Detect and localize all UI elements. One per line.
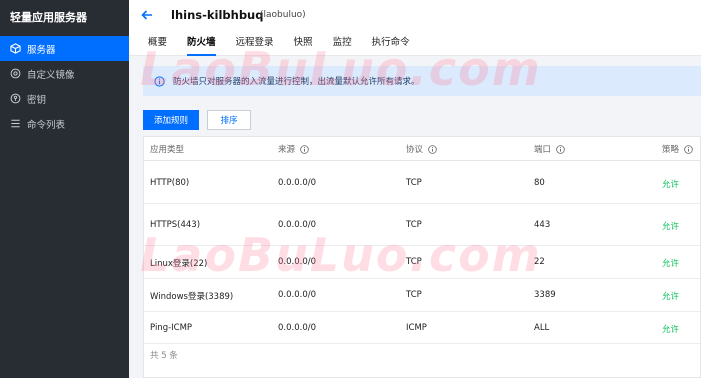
sidebar-item-commands[interactable]: 命令列表	[0, 111, 129, 136]
column-header-protocol: 协议	[406, 143, 437, 155]
tab-monitoring[interactable]: 监控	[333, 36, 352, 56]
tab-bar: 概要 防火墙 远程登录 快照 监控 执行命令	[148, 36, 430, 56]
cell-policy: 允许	[662, 180, 680, 190]
help-icon[interactable]	[428, 144, 437, 154]
firewall-rules-table: 应用类型 来源 协议 端口 策略 HTTP(80) 0.0.0.0/0 TCP	[143, 136, 701, 378]
add-rule-button[interactable]: 添加规则	[143, 110, 199, 130]
page-header: lhins-kilbhbuq (laobuluo) 概要 防火墙 远程登录 快照…	[129, 0, 701, 56]
cell-protocol: TCP	[406, 178, 422, 188]
cell-app: HTTP(80)	[150, 178, 190, 188]
cell-protocol: TCP	[406, 290, 422, 300]
sidebar: 轻量应用服务器 服务器 自定义镜像 密钥 命令列表	[0, 0, 129, 378]
cell-protocol: ICMP	[406, 323, 427, 333]
back-arrow-icon[interactable]	[140, 8, 154, 22]
help-icon[interactable]	[556, 144, 565, 154]
page-subtitle: (laobuluo)	[260, 10, 306, 20]
cell-policy: 允许	[662, 259, 680, 269]
column-header-app-type: 应用类型	[150, 145, 185, 155]
column-header-source: 来源	[278, 143, 309, 155]
sidebar-item-label: 密钥	[27, 94, 47, 106]
sidebar-item-label: 自定义镜像	[27, 69, 75, 81]
tab-run-command[interactable]: 执行命令	[372, 36, 410, 56]
help-icon[interactable]	[684, 144, 693, 154]
cell-app: Windows登录(3389)	[150, 292, 234, 302]
sidebar-item-label: 命令列表	[27, 119, 66, 131]
cell-app: Ping-ICMP	[150, 323, 193, 333]
cell-policy: 允许	[662, 325, 680, 335]
tab-overview[interactable]: 概要	[148, 36, 167, 56]
info-notice: 防火墙只对服务器的入流量进行控制，出流量默认允许所有请求。	[143, 66, 701, 96]
cube-icon	[10, 43, 21, 54]
cell-protocol: TCP	[406, 257, 422, 267]
cell-policy: 允许	[662, 292, 680, 302]
cell-port: 22	[534, 257, 545, 267]
column-header-port: 端口	[534, 143, 565, 155]
cell-port: ALL	[534, 323, 550, 333]
table-row: Ping-ICMP 0.0.0.0/0 ICMP ALL 允许	[144, 312, 700, 344]
cell-source: 0.0.0.0/0	[278, 323, 317, 333]
sidebar-item-custom-images[interactable]: 自定义镜像	[0, 61, 129, 86]
table-row: HTTP(80) 0.0.0.0/0 TCP 80 允许	[144, 161, 700, 204]
help-icon[interactable]	[300, 144, 309, 154]
tab-snapshots[interactable]: 快照	[294, 36, 313, 56]
table-row: HTTPS(443) 0.0.0.0/0 TCP 443 允许	[144, 204, 700, 246]
main-content: lhins-kilbhbuq (laobuluo) 概要 防火墙 远程登录 快照…	[129, 0, 701, 378]
cell-source: 0.0.0.0/0	[278, 178, 317, 188]
table-header: 应用类型 来源 协议 端口 策略	[144, 137, 700, 161]
cell-source: 0.0.0.0/0	[278, 290, 317, 300]
table-row: Linux登录(22) 0.0.0.0/0 TCP 22 允许	[144, 246, 700, 279]
sort-button[interactable]: 排序	[207, 110, 251, 130]
list-icon	[10, 118, 21, 129]
table-total: 共 5 条	[150, 351, 178, 361]
cell-policy: 允许	[662, 222, 680, 232]
sidebar-brand: 轻量应用服务器	[10, 11, 87, 24]
cell-source: 0.0.0.0/0	[278, 257, 317, 267]
cell-app: HTTPS(443)	[150, 220, 201, 230]
notice-text: 防火墙只对服务器的入流量进行控制，出流量默认允许所有请求。	[173, 77, 420, 87]
cell-protocol: TCP	[406, 220, 422, 230]
cell-port: 80	[534, 178, 545, 188]
cell-app: Linux登录(22)	[150, 259, 208, 269]
image-icon	[10, 68, 21, 79]
info-icon	[154, 75, 165, 87]
table-row: Windows登录(3389) 0.0.0.0/0 TCP 3389 允许	[144, 279, 700, 312]
cell-source: 0.0.0.0/0	[278, 220, 317, 230]
key-icon	[10, 93, 21, 104]
sidebar-item-keys[interactable]: 密钥	[0, 86, 129, 111]
column-header-policy: 策略	[662, 143, 693, 155]
cell-port: 3389	[534, 290, 556, 300]
cell-port: 443	[534, 220, 551, 230]
tab-firewall[interactable]: 防火墙	[187, 36, 216, 56]
sidebar-item-servers[interactable]: 服务器	[0, 36, 129, 61]
sidebar-item-label: 服务器	[27, 44, 56, 56]
tab-remote-login[interactable]: 远程登录	[236, 36, 274, 56]
page-title: lhins-kilbhbuq	[171, 8, 264, 22]
